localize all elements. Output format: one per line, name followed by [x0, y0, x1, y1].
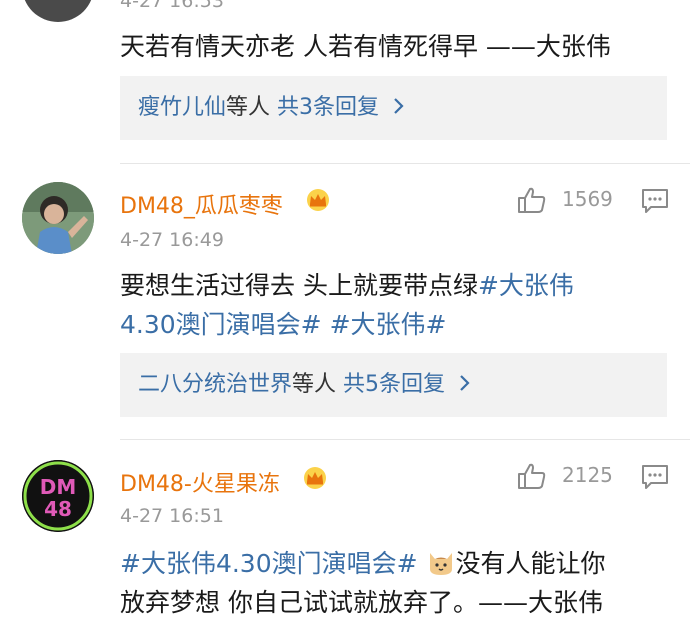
- avatar-text-1: DM: [40, 475, 77, 499]
- reply-box[interactable]: 瘦竹儿仙等人 共3条回复: [120, 76, 667, 140]
- reply-box[interactable]: 二八分统治世界等人 共5条回复: [120, 353, 667, 417]
- comment-text-line2: 4.30澳门演唱会# #大张伟#: [120, 304, 446, 346]
- comment-text-line2: 放弃梦想 你自己试试就放弃了。——大张伟: [120, 588, 603, 617]
- chevron-right-icon: [460, 375, 470, 391]
- like-count: 2125: [562, 463, 613, 487]
- comment-icon[interactable]: [641, 188, 669, 214]
- reply-count[interactable]: 共5条回复: [343, 372, 445, 397]
- comment-time: 4-27 16:49: [120, 229, 224, 251]
- reply-summary[interactable]: 二八分统治世界等人 共5条回复: [120, 353, 667, 417]
- reply-count[interactable]: 共3条回复: [277, 95, 379, 120]
- comment-time: 4-27 16:53: [120, 0, 224, 12]
- avatar-photo: [22, 182, 94, 254]
- reply-mid-text: 等人: [292, 372, 337, 397]
- reply-summary[interactable]: 瘦竹儿仙等人 共3条回复: [120, 76, 667, 140]
- reply-names[interactable]: 瘦竹儿仙: [138, 95, 226, 120]
- like-count: 1569: [562, 187, 613, 211]
- hashtag-link[interactable]: #大张伟#: [330, 310, 447, 339]
- divider: [120, 439, 690, 440]
- comment-time: 4-27 16:51: [120, 505, 224, 527]
- avatar[interactable]: DM 48: [22, 460, 94, 532]
- hashtag-link[interactable]: #大张伟4.30澳门演唱会#: [120, 549, 418, 578]
- cat-emoji-icon: [429, 553, 452, 575]
- comment-text: 天若有情天亦老 人若有情死得早 ——大张伟: [120, 32, 611, 61]
- chevron-right-icon: [394, 98, 404, 114]
- comment-text: 要想生活过得去 头上就要带点绿#大张伟: [120, 265, 574, 307]
- avatar-logo: DM 48: [22, 460, 94, 532]
- crown-icon: [304, 467, 326, 489]
- avatar[interactable]: [22, 0, 94, 22]
- hashtag-link[interactable]: #大张伟: [478, 271, 574, 300]
- comment-text-plain: 没有人能让你: [455, 549, 606, 578]
- comment-text: #大张伟4.30澳门演唱会# 没有人能让你: [120, 543, 606, 585]
- like-icon[interactable]: [517, 186, 547, 214]
- crown-icon: [307, 189, 329, 211]
- reply-mid-text: 等人: [226, 95, 271, 120]
- hashtag-link[interactable]: 4.30澳门演唱会#: [120, 310, 322, 339]
- username[interactable]: DM48-火星果冻: [120, 466, 280, 498]
- divider: [120, 163, 690, 164]
- comment-icon[interactable]: [641, 464, 669, 490]
- comment-text-plain: 要想生活过得去 头上就要带点绿: [120, 271, 478, 300]
- username[interactable]: DM48_瓜瓜枣枣: [120, 188, 283, 220]
- like-icon[interactable]: [517, 462, 547, 490]
- avatar-text-2: 48: [44, 497, 72, 521]
- reply-names[interactable]: 二八分统治世界: [138, 372, 292, 397]
- avatar[interactable]: [22, 182, 94, 254]
